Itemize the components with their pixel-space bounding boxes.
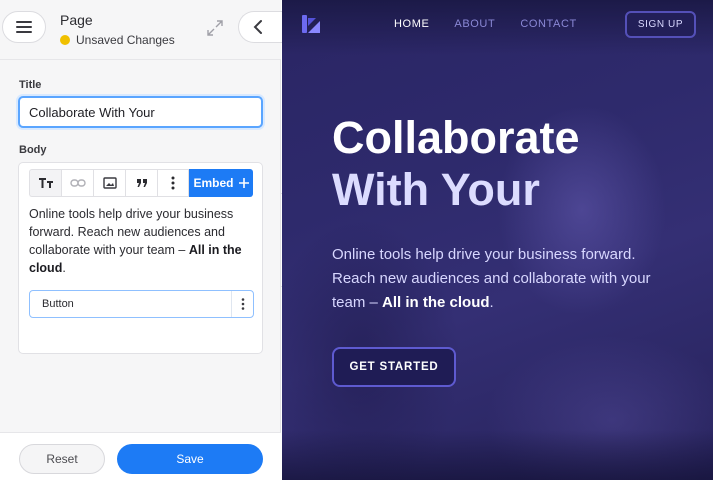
button-block-label: Button [42,298,74,310]
logo-icon [302,15,320,33]
nav-item-home[interactable]: HOME [394,18,429,30]
more-vertical-icon [171,176,175,190]
hero-title: Collaborate With Your [332,112,692,216]
editor-footer: Reset Save [0,432,281,480]
expand-button[interactable] [205,18,225,38]
editor-header: Page Unsaved Changes [0,0,288,60]
body-text[interactable]: Online tools help drive your business fo… [29,205,251,277]
quote-icon [136,179,147,187]
collapse-panel-button[interactable] [238,11,288,43]
link-icon [69,179,86,187]
text-format-button[interactable] [29,169,61,197]
rich-text-toolbar: Embed [29,169,253,197]
site-nav: HOME ABOUT CONTACT [394,18,577,30]
plus-icon [238,178,249,188]
image-icon [102,177,117,189]
text-format-icon [38,178,53,188]
status-text: Unsaved Changes [76,33,175,47]
title-input[interactable] [18,96,263,128]
more-options-button[interactable] [157,169,189,197]
menu-icon [16,21,32,33]
hero-subtitle: Online tools help drive your business fo… [332,243,677,315]
hero-subtitle-end: . [489,294,494,311]
link-button[interactable] [61,169,93,197]
title-label: Title [19,79,42,91]
body-editor: Embed Online tools help drive your busin… [18,162,263,354]
quote-button[interactable] [125,169,157,197]
save-button[interactable]: Save [117,444,263,474]
status-indicator: Unsaved Changes [60,33,175,47]
background-desk [282,430,713,480]
hero-title-line2: With Your [332,164,540,215]
body-text-end: . [62,261,66,275]
menu-button[interactable] [2,11,46,43]
status-dot-icon [60,35,70,45]
page-title: Page [60,12,93,28]
hero-title-line1: Collaborate [332,112,580,163]
embed-label: Embed [193,176,234,190]
nav-item-about[interactable]: ABOUT [454,18,495,30]
image-button[interactable] [93,169,125,197]
signup-button[interactable]: SIGN UP [625,11,696,38]
more-vertical-icon [241,298,244,310]
nav-item-contact[interactable]: CONTACT [520,18,577,30]
body-label: Body [19,144,47,156]
site-preview: HOME ABOUT CONTACT SIGN UP Collaborate W… [282,0,713,480]
embed-button[interactable]: Embed [189,169,253,197]
reset-button[interactable]: Reset [19,444,105,474]
editor-panel: Page Unsaved Changes Title Body [0,0,288,480]
button-block-more[interactable] [231,291,253,317]
button-block[interactable]: Button [29,290,254,318]
expand-icon [207,20,223,36]
hero-subtitle-bold: All in the cloud [382,294,490,311]
chevron-left-icon [253,20,262,34]
get-started-button[interactable]: GET STARTED [332,347,456,387]
